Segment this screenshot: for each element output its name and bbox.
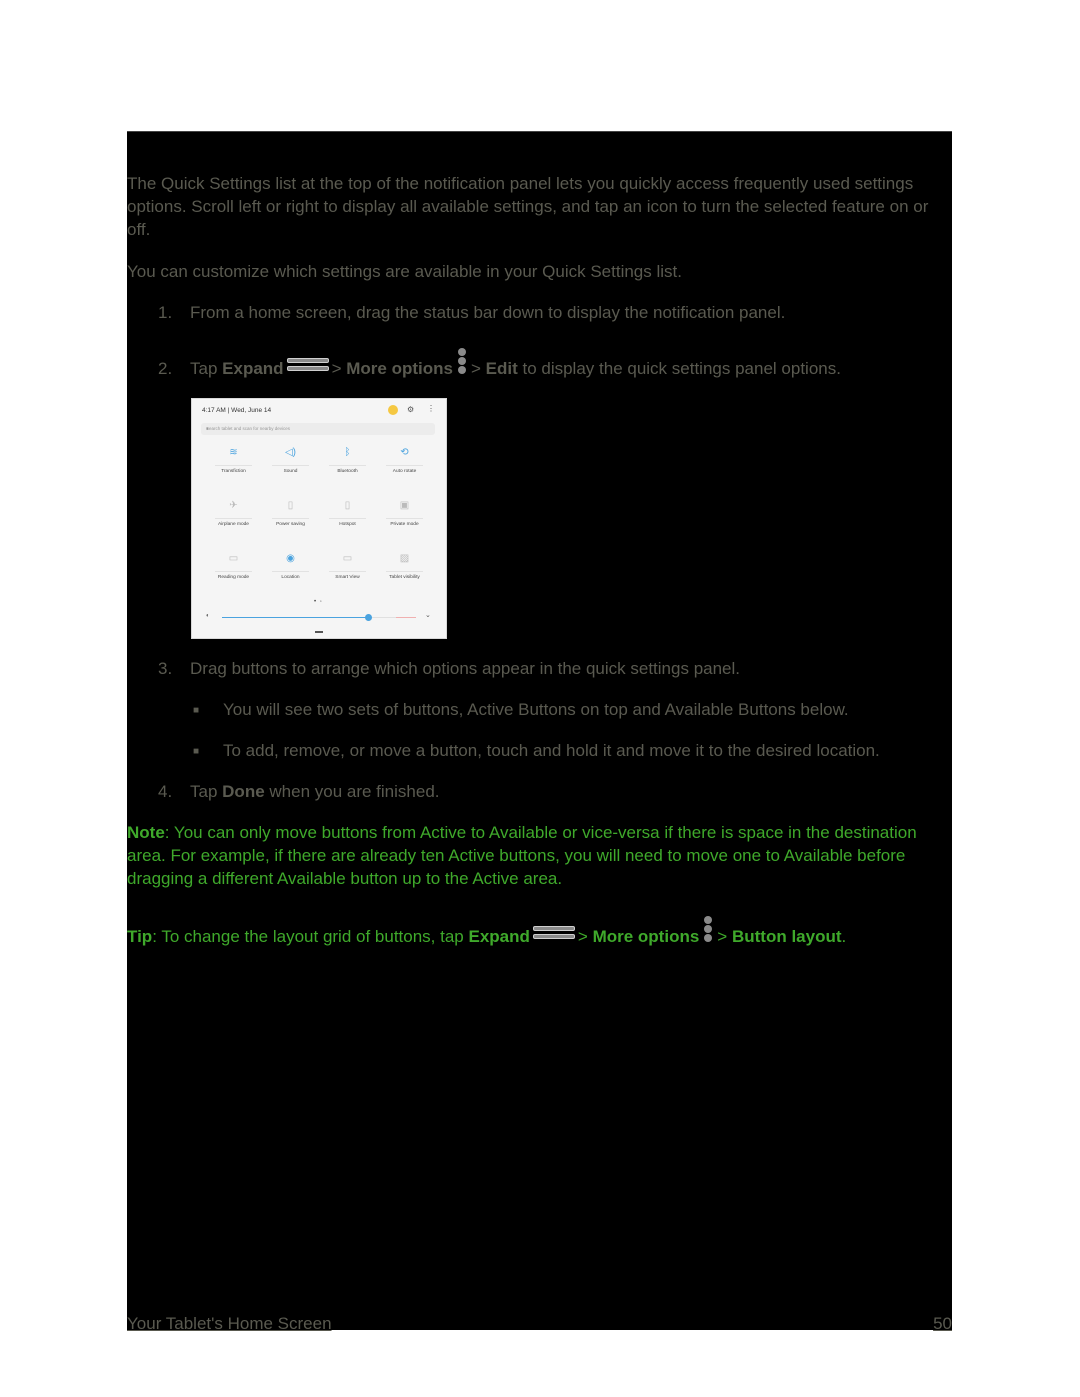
bluetooth-icon: ᛒ bbox=[344, 447, 351, 458]
location-icon: ◉ bbox=[286, 553, 295, 564]
auto-rotate-icon: ⟲ bbox=[400, 447, 409, 458]
note-paragraph: Note: You can only move buttons from Act… bbox=[127, 823, 917, 888]
step-1: 1. From a home screen, drag the status ba… bbox=[158, 303, 786, 322]
tile-label: Reading mode bbox=[217, 575, 250, 580]
expand-label: Expand bbox=[222, 359, 284, 378]
drag-handle bbox=[315, 631, 323, 633]
brightness-icon: ◐ bbox=[206, 613, 210, 619]
quick-setting-tile: ✈ Airplane mode bbox=[205, 500, 262, 528]
status-time: 4:17 AM | Wed, June 14 bbox=[202, 407, 272, 414]
brightness-sun-icon bbox=[388, 405, 398, 415]
quick-setting-tile: ▯ Hotspot bbox=[319, 500, 376, 528]
battery-icon: ▯ bbox=[287, 500, 294, 511]
quick-setting-tile: ◁) Sound bbox=[262, 447, 319, 475]
step-4: 4. Tap Done when you are finished. bbox=[158, 782, 440, 801]
visibility-icon: ▨ bbox=[399, 553, 410, 564]
quick-setting-tile: ▣ Private mode bbox=[376, 500, 433, 528]
quick-setting-tile: ◉ Location bbox=[262, 553, 319, 581]
page-number: 50 bbox=[933, 1314, 952, 1333]
customize-paragraph: You can customize which settings are ava… bbox=[127, 262, 682, 281]
step-2: 2. Tap Expand > More options > Edit to disp… bbox=[158, 348, 841, 380]
page-indicator: • ◦ bbox=[314, 599, 323, 605]
quick-setting-tile: ᛒ Bluetooth bbox=[319, 447, 376, 475]
tile-label: Bluetooth bbox=[337, 469, 358, 474]
more-options-icon bbox=[457, 348, 467, 374]
edit-label: Edit bbox=[485, 359, 518, 378]
quick-setting-tile: ▭ Smart View bbox=[319, 553, 376, 581]
step-3: 3. Drag buttons to arrange which options … bbox=[158, 659, 741, 678]
search-bar: Search tablet and scan for nearby device… bbox=[201, 423, 435, 435]
chevron-down-icon: ⌄ bbox=[425, 612, 431, 619]
done-label: Done bbox=[222, 782, 265, 801]
airplane-icon: ✈ bbox=[229, 500, 238, 511]
brightness-slider bbox=[222, 614, 416, 621]
footer-section-title: Your Tablet's Home Screen bbox=[127, 1314, 332, 1333]
quick-setting-tile: ▯ Power saving bbox=[262, 500, 319, 528]
bullet-1: ■ You will see two sets of buttons, Activ… bbox=[193, 698, 849, 722]
bullet-icon: ■ bbox=[193, 746, 200, 757]
gear-icon: ⚙ bbox=[407, 405, 415, 414]
tile-label: Location bbox=[281, 575, 300, 580]
tile-label: Sound bbox=[283, 469, 298, 474]
tile-label: Smart View bbox=[335, 575, 360, 580]
book-icon: ▭ bbox=[228, 553, 239, 564]
tip-paragraph: Tip: To change the layout grid of button… bbox=[127, 916, 846, 948]
quick-settings-screenshot: 4:17 AM | Wed, June 14 ⚙ ⋮ Search tablet… bbox=[191, 398, 447, 639]
tile-label: Hotspot bbox=[339, 522, 356, 527]
more-options-icon bbox=[703, 916, 713, 942]
sound-icon: ◁) bbox=[284, 447, 297, 458]
more-options-label: More options bbox=[346, 359, 453, 378]
wifi-icon: ≋ bbox=[229, 447, 238, 458]
tile-label: Airplane mode bbox=[218, 522, 249, 527]
tile-label: Private mode bbox=[390, 522, 419, 527]
bullet-2: ■ To add, remove, or move a button, touch… bbox=[193, 739, 880, 763]
tile-label: Tablet visibility bbox=[389, 575, 420, 580]
quick-setting-tile: ⟲ Auto rotate bbox=[376, 447, 433, 475]
quick-setting-tile: ▭ Reading mode bbox=[205, 553, 262, 581]
document-page: The Quick Settings list at the top of th… bbox=[127, 131, 952, 1333]
expand-icon bbox=[286, 357, 329, 373]
intro-paragraph: The Quick Settings list at the top of th… bbox=[127, 174, 929, 239]
private-mode-icon: ▣ bbox=[399, 500, 410, 511]
bullet-icon: ■ bbox=[193, 705, 200, 716]
quick-setting-tile: ≋ Transfiction bbox=[205, 447, 262, 475]
expand-icon bbox=[532, 925, 575, 941]
smart-view-icon: ▭ bbox=[342, 553, 353, 564]
tile-label: Auto rotate bbox=[392, 469, 417, 474]
quick-setting-tile: ▨ Tablet visibility bbox=[376, 553, 433, 581]
tile-label: Transfiction bbox=[221, 469, 246, 474]
hotspot-icon: ▯ bbox=[344, 500, 351, 511]
mic-icon: ● bbox=[206, 426, 209, 431]
more-options-icon: ⋮ bbox=[427, 404, 435, 413]
tile-label: Power saving bbox=[276, 522, 305, 527]
